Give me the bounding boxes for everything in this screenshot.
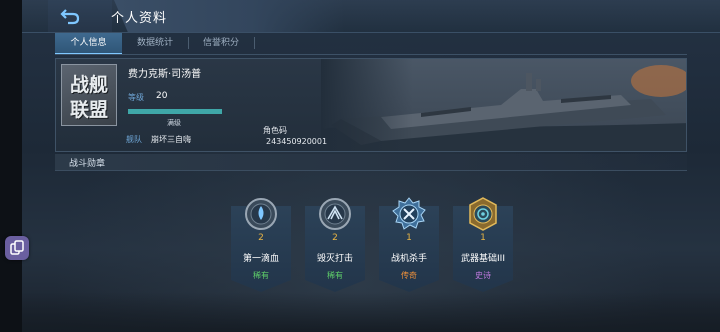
medal-rarity: 稀有 — [253, 271, 269, 280]
role-code-label: 角色码 — [263, 126, 287, 135]
page-title: 个人资料 — [111, 11, 168, 26]
tabs-underline — [55, 54, 687, 55]
tab-divider — [254, 37, 255, 49]
battleship-image — [321, 59, 686, 151]
drop-medal-icon — [245, 198, 277, 230]
level-progress-bar — [128, 109, 222, 114]
tab-personal-info[interactable]: 个人信息 — [55, 33, 122, 55]
profile-card: 战舰 联盟 费力克斯·司汤普 等级 20 满级 舰队 崩坏三自嗨 角色码 243… — [55, 58, 687, 152]
bottom-fade — [22, 292, 720, 332]
tab-data-stats[interactable]: 数据统计 — [122, 33, 188, 53]
section-title: 战斗勋章 — [69, 159, 106, 169]
floating-side-button[interactable] — [5, 236, 29, 260]
weapon-medal-icon — [469, 197, 497, 231]
strike-medal-icon — [319, 198, 351, 230]
medal-count: 2 — [258, 233, 264, 243]
max-level-text: 满级 — [167, 119, 181, 127]
fleet-label: 舰队 — [126, 135, 142, 144]
player-name: 费力克斯·司汤普 — [128, 69, 202, 80]
medal-name: 战机杀手 — [390, 254, 427, 264]
fleet-name[interactable]: 崩坏三自嗨 — [151, 134, 191, 145]
tab-credit-score[interactable]: 信誉积分 — [188, 33, 254, 53]
left-edge-strip — [0, 0, 22, 332]
medal-name: 武器基础III — [461, 254, 505, 264]
level-label: 等级 — [128, 93, 144, 102]
medal-rarity: 稀有 — [327, 271, 343, 280]
level-value: 20 — [156, 91, 168, 101]
copy-icon — [10, 240, 24, 255]
fighter-medal-icon — [392, 197, 426, 230]
medal-count: 1 — [406, 233, 412, 243]
role-code-value: 243450920001 — [266, 137, 328, 146]
medal-rarity: 传奇 — [401, 271, 417, 280]
medal-count: 1 — [480, 233, 486, 243]
medal-name: 第一滴血 — [242, 254, 279, 264]
medal-name: 毁灭打击 — [316, 254, 353, 264]
game-screen: 个人资料 个人信息 数据统计 信誉积分 战舰 联盟 费力克斯·司汤普 等级 20… — [0, 0, 720, 332]
medal-rarity: 史诗 — [475, 271, 491, 280]
back-arrow-icon — [60, 9, 80, 25]
section-header: 战斗勋章 — [55, 154, 687, 171]
medal-count: 2 — [332, 233, 338, 243]
level-progress-fill — [128, 109, 222, 114]
back-button[interactable] — [48, 0, 112, 32]
game-logo: 战舰 联盟 — [61, 64, 117, 126]
